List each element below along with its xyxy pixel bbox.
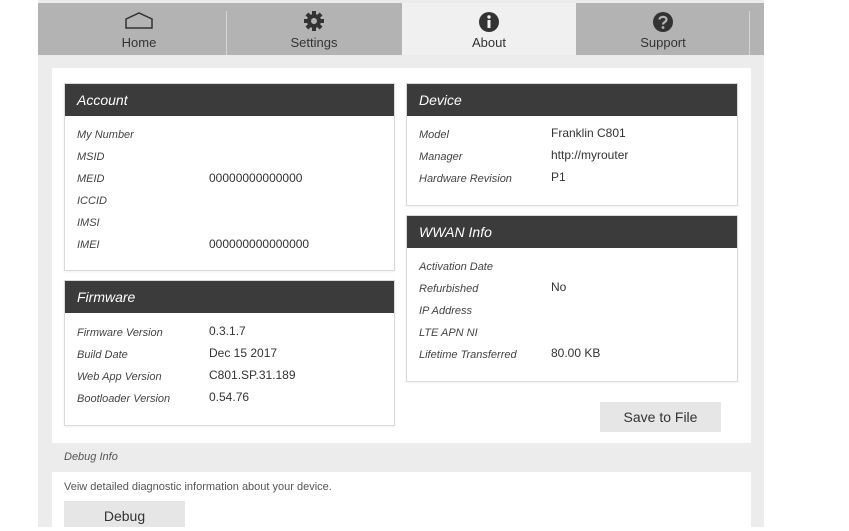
tab-home[interactable]: Home: [52, 3, 226, 55]
firmware-label-bootloader: Bootloader Version: [77, 393, 171, 405]
account-value-imei: 000000000000000: [209, 237, 310, 251]
firmware-label-build-date: Build Date: [77, 349, 128, 361]
account-panel-title: Account: [65, 84, 394, 116]
account-label-imei: IMEI: [77, 239, 100, 251]
firmware-label-web-app: Web App Version: [77, 371, 162, 383]
info-icon: [478, 11, 500, 38]
device-value-hardware-revision: P1: [551, 170, 566, 184]
wwan-panel-title: WWAN Info: [407, 216, 737, 248]
account-label-my-number: My Number: [77, 129, 134, 141]
debug-info-description: Veiw detailed diagnostic information abo…: [64, 481, 332, 493]
account-value-meid: 00000000000000: [209, 171, 303, 185]
debug-info-title: Debug Info: [64, 451, 118, 463]
gear-icon: [304, 11, 324, 36]
firmware-label-version: Firmware Version: [77, 327, 163, 339]
debug-info-header: Debug Info: [52, 443, 751, 472]
device-label-manager: Manager: [419, 151, 463, 163]
wwan-label-lifetime-transferred: Lifetime Transferred: [419, 349, 517, 361]
wwan-value-refurbished: No: [551, 280, 567, 294]
account-label-iccid: ICCID: [77, 195, 107, 207]
tab-settings-label: Settings: [290, 35, 338, 50]
tab-divider: [749, 11, 750, 55]
firmware-value-build-date: Dec 15 2017: [209, 346, 278, 360]
wwan-label-activation-date: Activation Date: [419, 261, 493, 273]
account-label-meid: MEID: [77, 173, 105, 185]
tab-settings[interactable]: Settings: [227, 3, 401, 55]
device-value-model: Franklin C801: [551, 126, 626, 140]
account-label-msid: MSID: [77, 151, 105, 163]
help-icon: [652, 11, 674, 38]
wwan-label-ip-address: IP Address: [419, 305, 472, 317]
firmware-value-version: 0.3.1.7: [209, 324, 246, 338]
wwan-label-lte-apn: LTE APN NI: [419, 327, 478, 339]
wwan-label-refurbished: Refurbished: [419, 283, 479, 295]
app-frame: Home Settings About Support Account My N…: [38, 0, 764, 527]
firmware-value-web-app: C801.SP.31.189: [209, 368, 296, 382]
account-panel: Account My Number MSID MEID 000000000000…: [64, 83, 395, 271]
firmware-value-bootloader: 0.54.76: [209, 390, 250, 404]
firmware-panel-title: Firmware: [65, 281, 394, 313]
tab-home-label: Home: [121, 35, 157, 50]
tab-support[interactable]: Support: [576, 3, 750, 55]
device-panel-title: Device: [407, 84, 737, 116]
about-content: Account My Number MSID MEID 000000000000…: [52, 68, 751, 527]
tab-bar: Home Settings About Support: [38, 3, 764, 55]
wwan-value-lifetime-transferred: 80.00 KB: [551, 346, 601, 360]
tab-about-label: About: [472, 35, 506, 50]
firmware-panel: Firmware Firmware Version 0.3.1.7 Build …: [64, 280, 395, 426]
save-to-file-button[interactable]: Save to File: [600, 402, 721, 432]
tab-about[interactable]: About: [402, 3, 576, 55]
device-panel: Device Model Franklin C801 Manager http:…: [406, 83, 738, 206]
device-label-model: Model: [419, 129, 449, 141]
debug-button[interactable]: Debug: [64, 501, 185, 527]
wwan-panel: WWAN Info Activation Date Refurbished No…: [406, 215, 738, 382]
home-icon: [124, 11, 154, 34]
account-label-imsi: IMSI: [77, 217, 100, 229]
device-label-hardware-revision: Hardware Revision: [419, 173, 512, 185]
device-value-manager: http://myrouter: [551, 148, 629, 162]
tab-support-label: Support: [640, 35, 686, 50]
